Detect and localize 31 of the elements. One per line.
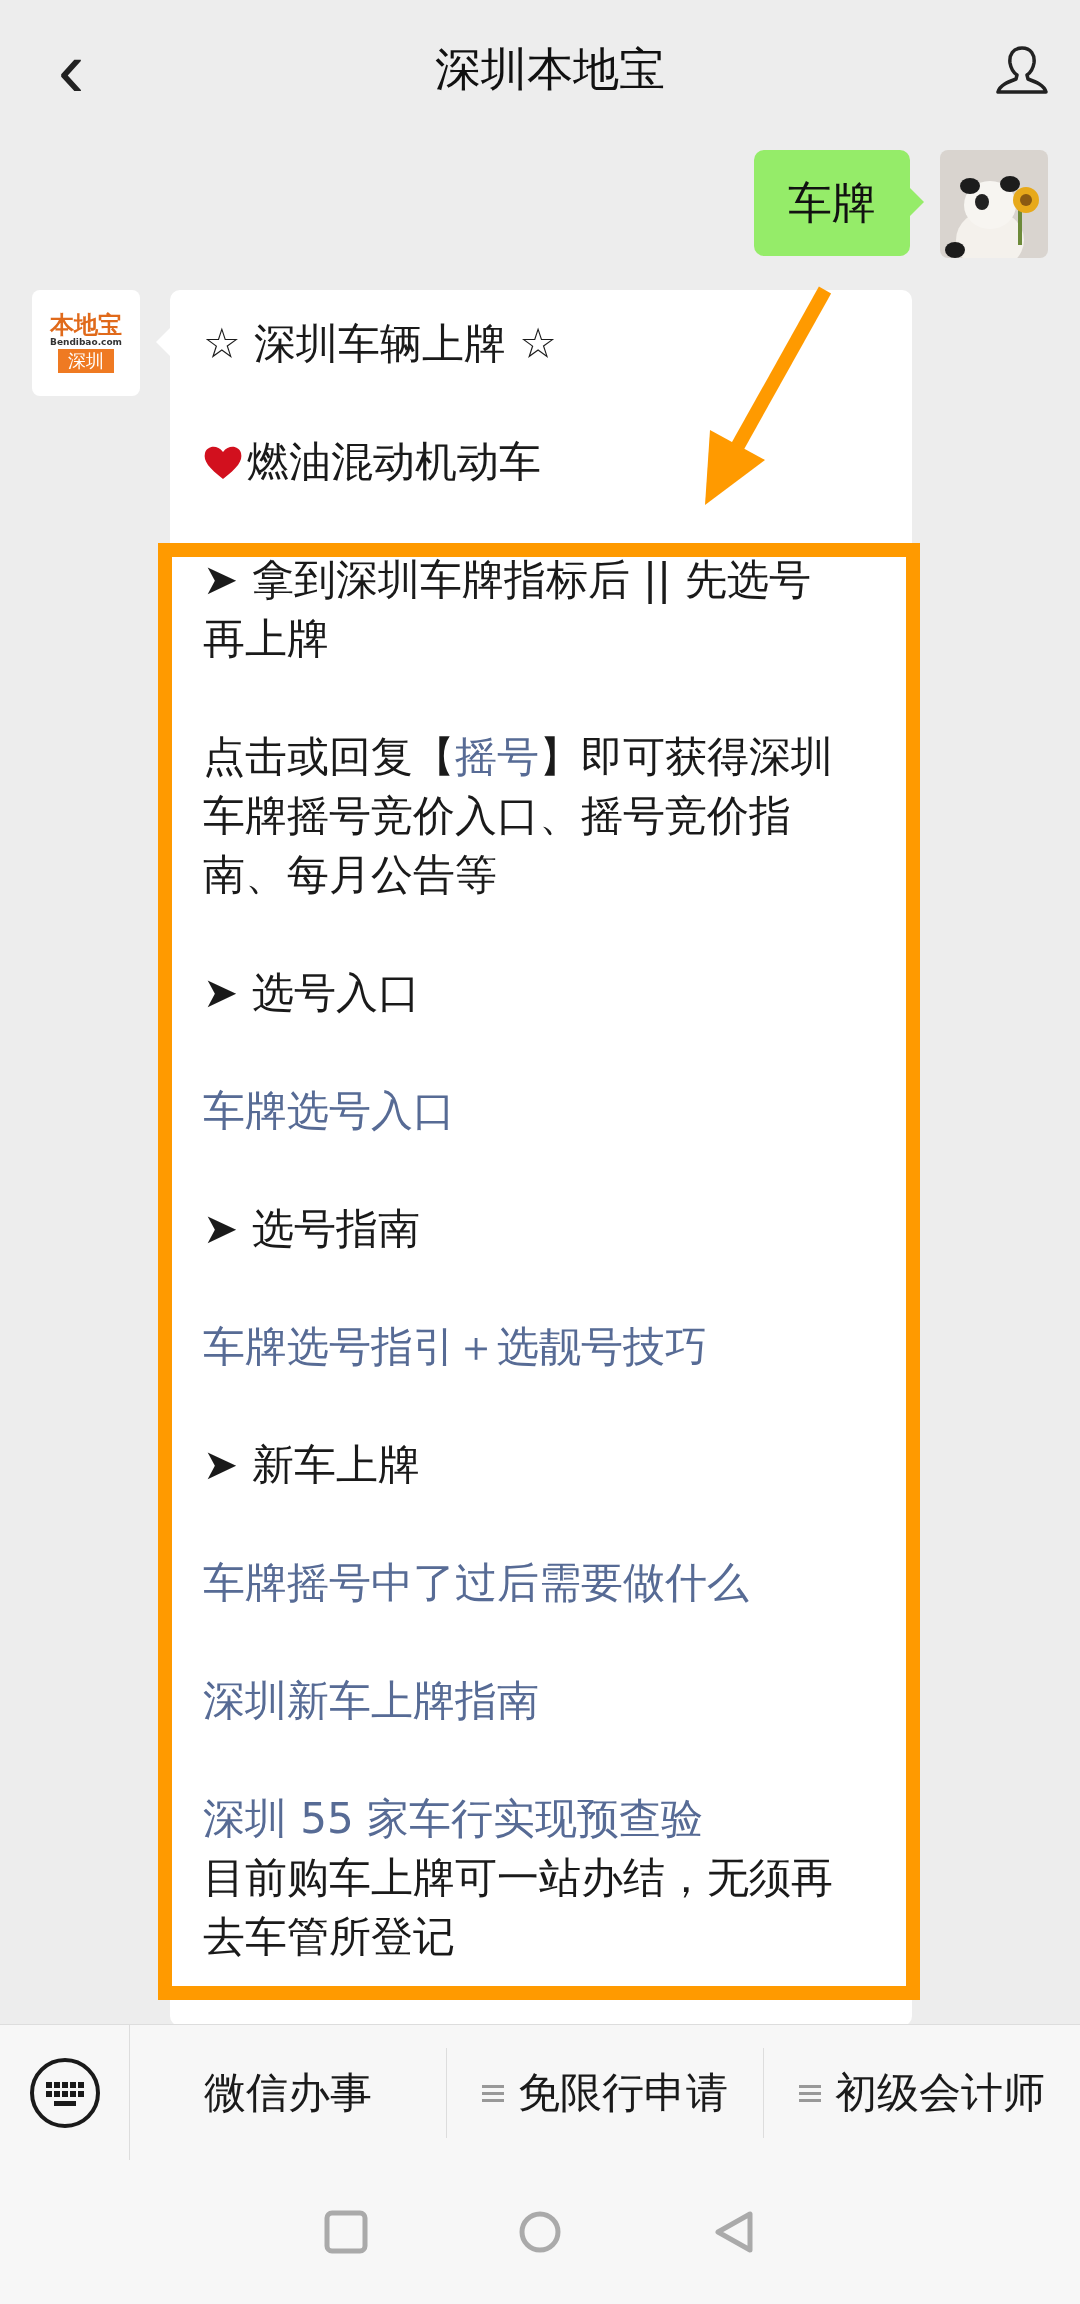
section-heading: ➤ 选号入口 [203, 967, 421, 1019]
logo-text: Bendibao.com [50, 337, 122, 350]
message-text: 目前购车上牌可一站办结，无须再去车管所登记 [203, 1852, 834, 1963]
keyboard-icon [27, 2055, 102, 2130]
home-button[interactable] [518, 2210, 562, 2254]
message-text: ☆ 深圳车辆上牌 ☆ [203, 318, 558, 370]
logo-text: 本地宝 [50, 313, 122, 338]
article-link[interactable]: 深圳 55 家车行实现预查验 [203, 1789, 852, 1848]
bubble-tail [910, 188, 924, 216]
menu-button[interactable]: 初级会计师 [764, 2047, 1080, 2138]
menu-button[interactable]: 微信办事 [130, 2047, 447, 2138]
section-heading: ➤ 选号指南 [203, 1203, 421, 1255]
menu-button[interactable]: 免限行申请 [447, 2047, 764, 2138]
submenu-icon [482, 2082, 504, 2103]
chat-title: 深圳本地宝 [435, 41, 665, 98]
submenu-icon [799, 2082, 821, 2103]
message-text: 燃油混动机动车 [247, 436, 541, 488]
profile-icon[interactable] [994, 44, 1050, 96]
section-heading: ➤ 新车上牌 [203, 1439, 421, 1491]
article-link[interactable]: 深圳新车上牌指南 [203, 1671, 852, 1730]
article-link[interactable]: 车牌摇号中了过后需要做什么 [203, 1553, 852, 1612]
back-button[interactable]: ‹ [36, 30, 106, 110]
section-heading: ➤ 拿到深圳车牌指标后 || 先选号再上牌 [203, 554, 812, 665]
back-nav-button[interactable] [712, 2210, 756, 2254]
keyword-link[interactable]: 摇号 [455, 732, 539, 781]
logo-text: 深圳 [58, 349, 114, 373]
article-link[interactable]: 车牌选号入口 [203, 1081, 852, 1140]
article-link[interactable]: 车牌选号指引＋选靓号技巧 [203, 1317, 852, 1376]
sent-message: 车牌 [754, 150, 910, 256]
message-text: 点击或回复【摇号】即可获得深圳车牌摇号竞价入口、摇号竞价指南、每月公告等 [203, 731, 834, 901]
recent-apps-button[interactable] [324, 2210, 368, 2254]
